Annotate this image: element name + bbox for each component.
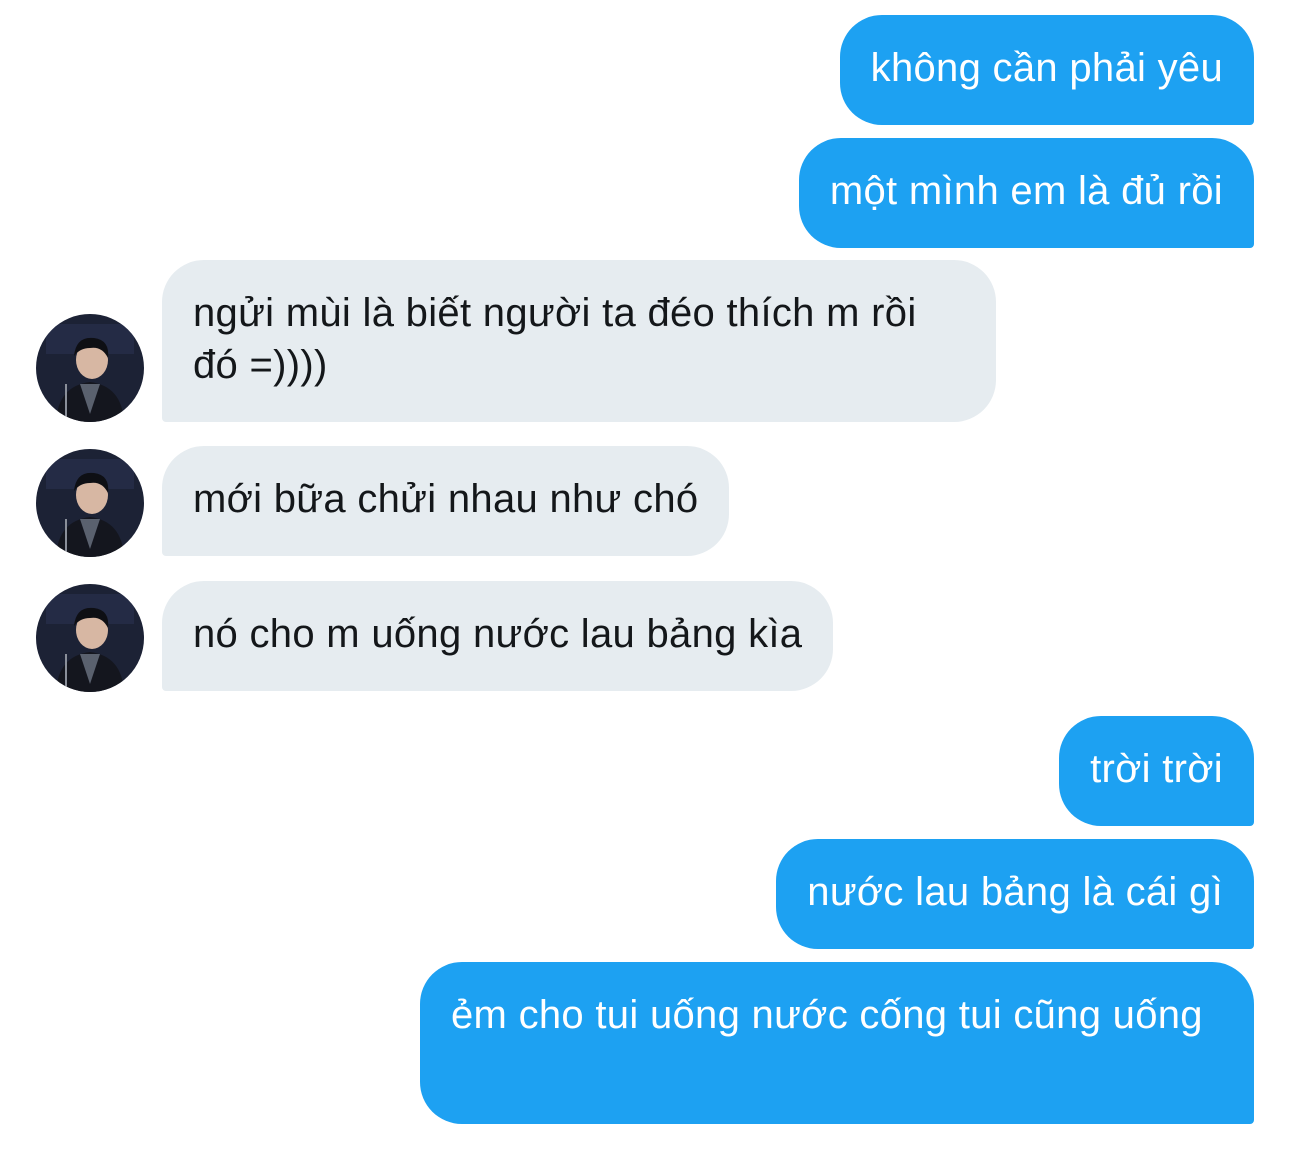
message-bubble-sent[interactable]: không cần phải yêu bbox=[839, 15, 1254, 125]
message-text: mới bữa chửi nhau như chó bbox=[193, 477, 699, 521]
message-text: nước lau bảng là cái gì bbox=[807, 870, 1223, 914]
message-text: nó cho m uống nước lau bảng kìa bbox=[193, 612, 803, 656]
sender-avatar[interactable] bbox=[36, 449, 144, 557]
message-text: một mình em là đủ rồi bbox=[829, 169, 1223, 213]
message-bubble-received[interactable]: mới bữa chửi nhau như chó bbox=[162, 446, 730, 556]
message-bubble-received[interactable]: ngửi mùi là biết người ta đéo thích m rồ… bbox=[162, 260, 996, 422]
profile-photo-icon bbox=[36, 584, 144, 692]
message-text: ngửi mùi là biết người ta đéo thích m rồ… bbox=[193, 291, 917, 387]
sender-avatar[interactable] bbox=[36, 584, 144, 692]
message-text: trời trời bbox=[1090, 747, 1223, 791]
message-bubble-received[interactable]: nó cho m uống nước lau bảng kìa bbox=[162, 581, 834, 691]
sender-avatar[interactable] bbox=[36, 314, 144, 422]
message-bubble-sent[interactable]: ẻm cho tui uống nước cống tui cũng uống bbox=[420, 962, 1254, 1124]
message-bubble-sent[interactable]: một mình em là đủ rồi bbox=[798, 138, 1254, 248]
message-text: ẻm cho tui uống nước cống tui cũng uống bbox=[451, 993, 1203, 1037]
message-text: không cần phải yêu bbox=[870, 46, 1223, 90]
message-bubble-sent[interactable]: nước lau bảng là cái gì bbox=[776, 839, 1254, 949]
profile-photo-icon bbox=[36, 449, 144, 557]
profile-photo-icon bbox=[36, 314, 144, 422]
message-bubble-sent[interactable]: trời trời bbox=[1059, 716, 1254, 826]
